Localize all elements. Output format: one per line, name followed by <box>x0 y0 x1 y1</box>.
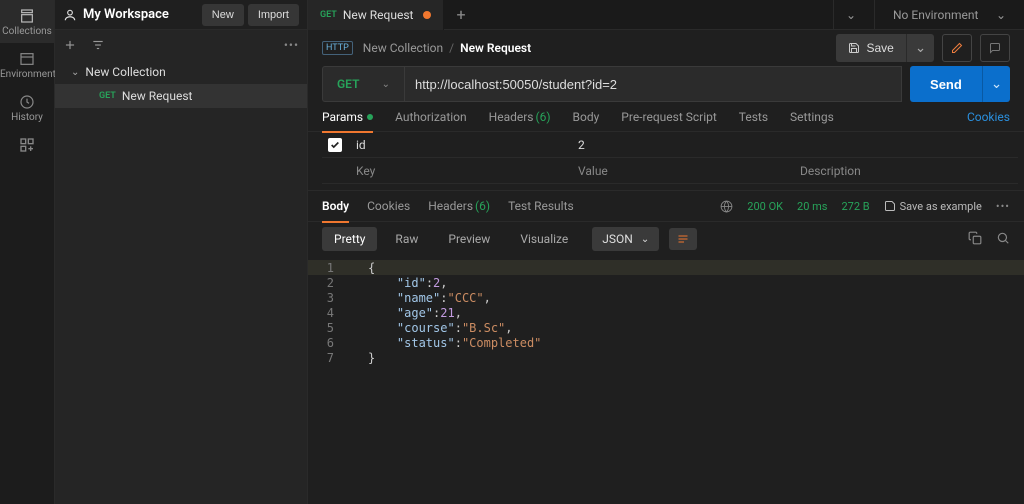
format-select[interactable]: JSON⌄ <box>592 227 659 251</box>
tree-request-item[interactable]: GET New Request <box>55 84 307 108</box>
res-tab-headers[interactable]: Headers (6) <box>428 190 490 222</box>
globe-icon <box>720 200 733 213</box>
breadcrumb-request[interactable]: New Request <box>460 41 531 55</box>
tab-body[interactable]: Body <box>573 102 600 132</box>
save-button[interactable]: Save <box>836 34 905 62</box>
params-table: id 2 Key Value Description <box>308 132 1024 184</box>
response-tabs: Body Cookies Headers (6) Test Results 20… <box>308 190 1024 222</box>
tab-params[interactable]: Params <box>322 102 373 132</box>
param-new-row[interactable]: Key Value Description <box>322 158 1018 184</box>
request-subtabs: Params Authorization Headers (6) Body Pr… <box>308 102 1024 132</box>
save-icon <box>884 200 896 212</box>
breadcrumb-row: HTTP New Collection / New Request Save ⌄ <box>308 30 1024 66</box>
tree-collection[interactable]: ⌄ New Collection <box>55 60 307 84</box>
method-badge: GET <box>99 91 116 101</box>
import-button[interactable]: Import <box>248 4 299 26</box>
save-dropdown[interactable]: ⌄ <box>906 34 934 62</box>
view-raw[interactable]: Raw <box>383 227 430 251</box>
view-preview[interactable]: Preview <box>436 227 502 251</box>
environments-icon <box>18 51 36 67</box>
edit-button[interactable] <box>942 34 972 62</box>
tab-dropdown[interactable]: ⌄ <box>833 0 874 30</box>
copy-icon <box>968 231 982 245</box>
history-icon <box>18 94 36 110</box>
send-dropdown[interactable]: ⌄ <box>982 66 1010 102</box>
wrap-icon <box>676 233 690 245</box>
chevron-down-icon: ⌄ <box>641 234 649 245</box>
copy-button[interactable] <box>968 231 982 248</box>
view-visualize[interactable]: Visualize <box>508 227 580 251</box>
filter-icon[interactable] <box>91 38 105 52</box>
unsaved-indicator-icon <box>423 11 431 19</box>
create-icon[interactable] <box>63 38 77 52</box>
rail-environments[interactable]: Environments <box>0 43 54 86</box>
grid-plus-icon <box>19 137 35 153</box>
new-button[interactable]: New <box>202 4 244 26</box>
left-rail: Collections Environments History <box>0 0 55 504</box>
param-key-placeholder[interactable]: Key <box>352 164 574 178</box>
save-icon <box>848 42 860 54</box>
url-row: GET ⌄ Send ⌄ <box>308 66 1024 102</box>
collection-tree: ⌄ New Collection GET New Request <box>55 60 307 108</box>
param-checkbox[interactable] <box>328 138 342 152</box>
param-row[interactable]: id 2 <box>322 132 1018 158</box>
tab-prereq[interactable]: Pre-request Script <box>621 102 716 132</box>
chevron-down-icon: ⌄ <box>996 8 1006 22</box>
tab-authorization[interactable]: Authorization <box>395 102 467 132</box>
sidebar-tools: ••• <box>55 30 307 60</box>
body-view-controls: Pretty Raw Preview Visualize JSON⌄ <box>308 222 1024 256</box>
check-icon <box>330 140 340 150</box>
tab-headers[interactable]: Headers (6) <box>489 102 551 132</box>
param-key[interactable]: id <box>352 138 574 152</box>
sidebar: My Workspace New Import ••• ⌄ New Collec… <box>55 0 308 504</box>
search-icon <box>996 231 1010 245</box>
res-tab-cookies[interactable]: Cookies <box>367 190 410 222</box>
response-size: 272 B <box>841 200 869 213</box>
method-badge: GET <box>320 10 337 20</box>
wrap-toggle[interactable] <box>669 228 697 250</box>
breadcrumb-collection[interactable]: New Collection <box>363 41 443 55</box>
method-select[interactable]: GET ⌄ <box>322 66 404 102</box>
comment-icon <box>989 42 1001 54</box>
chevron-down-icon: ⌄ <box>71 67 79 78</box>
rail-more[interactable] <box>0 129 54 161</box>
response-more-icon[interactable]: ••• <box>996 200 1010 213</box>
workspace-title[interactable]: My Workspace <box>83 7 198 22</box>
tab-tests[interactable]: Tests <box>739 102 768 132</box>
tab-settings[interactable]: Settings <box>790 102 834 132</box>
param-desc-placeholder[interactable]: Description <box>796 164 1018 178</box>
save-example-button[interactable]: Save as example <box>884 200 982 213</box>
pencil-icon <box>951 42 963 54</box>
new-tab-button[interactable]: + <box>444 5 477 24</box>
view-pretty[interactable]: Pretty <box>322 227 377 251</box>
dot-indicator-icon <box>367 114 373 120</box>
response-body-code[interactable]: 1{2 "id": 2,3 "name": "CCC",4 "age": 21,… <box>308 256 1024 365</box>
url-input[interactable] <box>404 66 902 102</box>
main-panel: GET New Request + ⌄ No Environment ⌄ HTT… <box>308 0 1024 504</box>
user-icon <box>63 8 77 22</box>
res-tab-body[interactable]: Body <box>322 190 349 222</box>
send-button[interactable]: Send <box>910 66 982 102</box>
param-value[interactable]: 2 <box>574 138 796 152</box>
request-tab[interactable]: GET New Request <box>308 0 444 30</box>
cookies-link[interactable]: Cookies <box>967 110 1010 124</box>
comment-button[interactable] <box>980 34 1010 62</box>
param-value-placeholder[interactable]: Value <box>574 164 796 178</box>
rail-history[interactable]: History <box>0 86 54 129</box>
status-code: 200 OK <box>747 200 783 213</box>
rail-collections[interactable]: Collections <box>0 0 54 43</box>
http-badge: HTTP <box>322 41 353 55</box>
workspace-header: My Workspace New Import <box>55 0 307 30</box>
chevron-down-icon: ⌄ <box>846 8 856 22</box>
environment-select[interactable]: No Environment ⌄ <box>874 0 1024 30</box>
collections-icon <box>18 8 36 24</box>
chevron-down-icon: ⌄ <box>382 79 390 90</box>
response-time: 20 ms <box>797 200 827 213</box>
tab-bar: GET New Request + ⌄ No Environment ⌄ <box>308 0 1024 30</box>
sidebar-more-icon[interactable]: ••• <box>284 38 299 52</box>
res-tab-tests[interactable]: Test Results <box>508 190 574 222</box>
search-button[interactable] <box>996 231 1010 248</box>
